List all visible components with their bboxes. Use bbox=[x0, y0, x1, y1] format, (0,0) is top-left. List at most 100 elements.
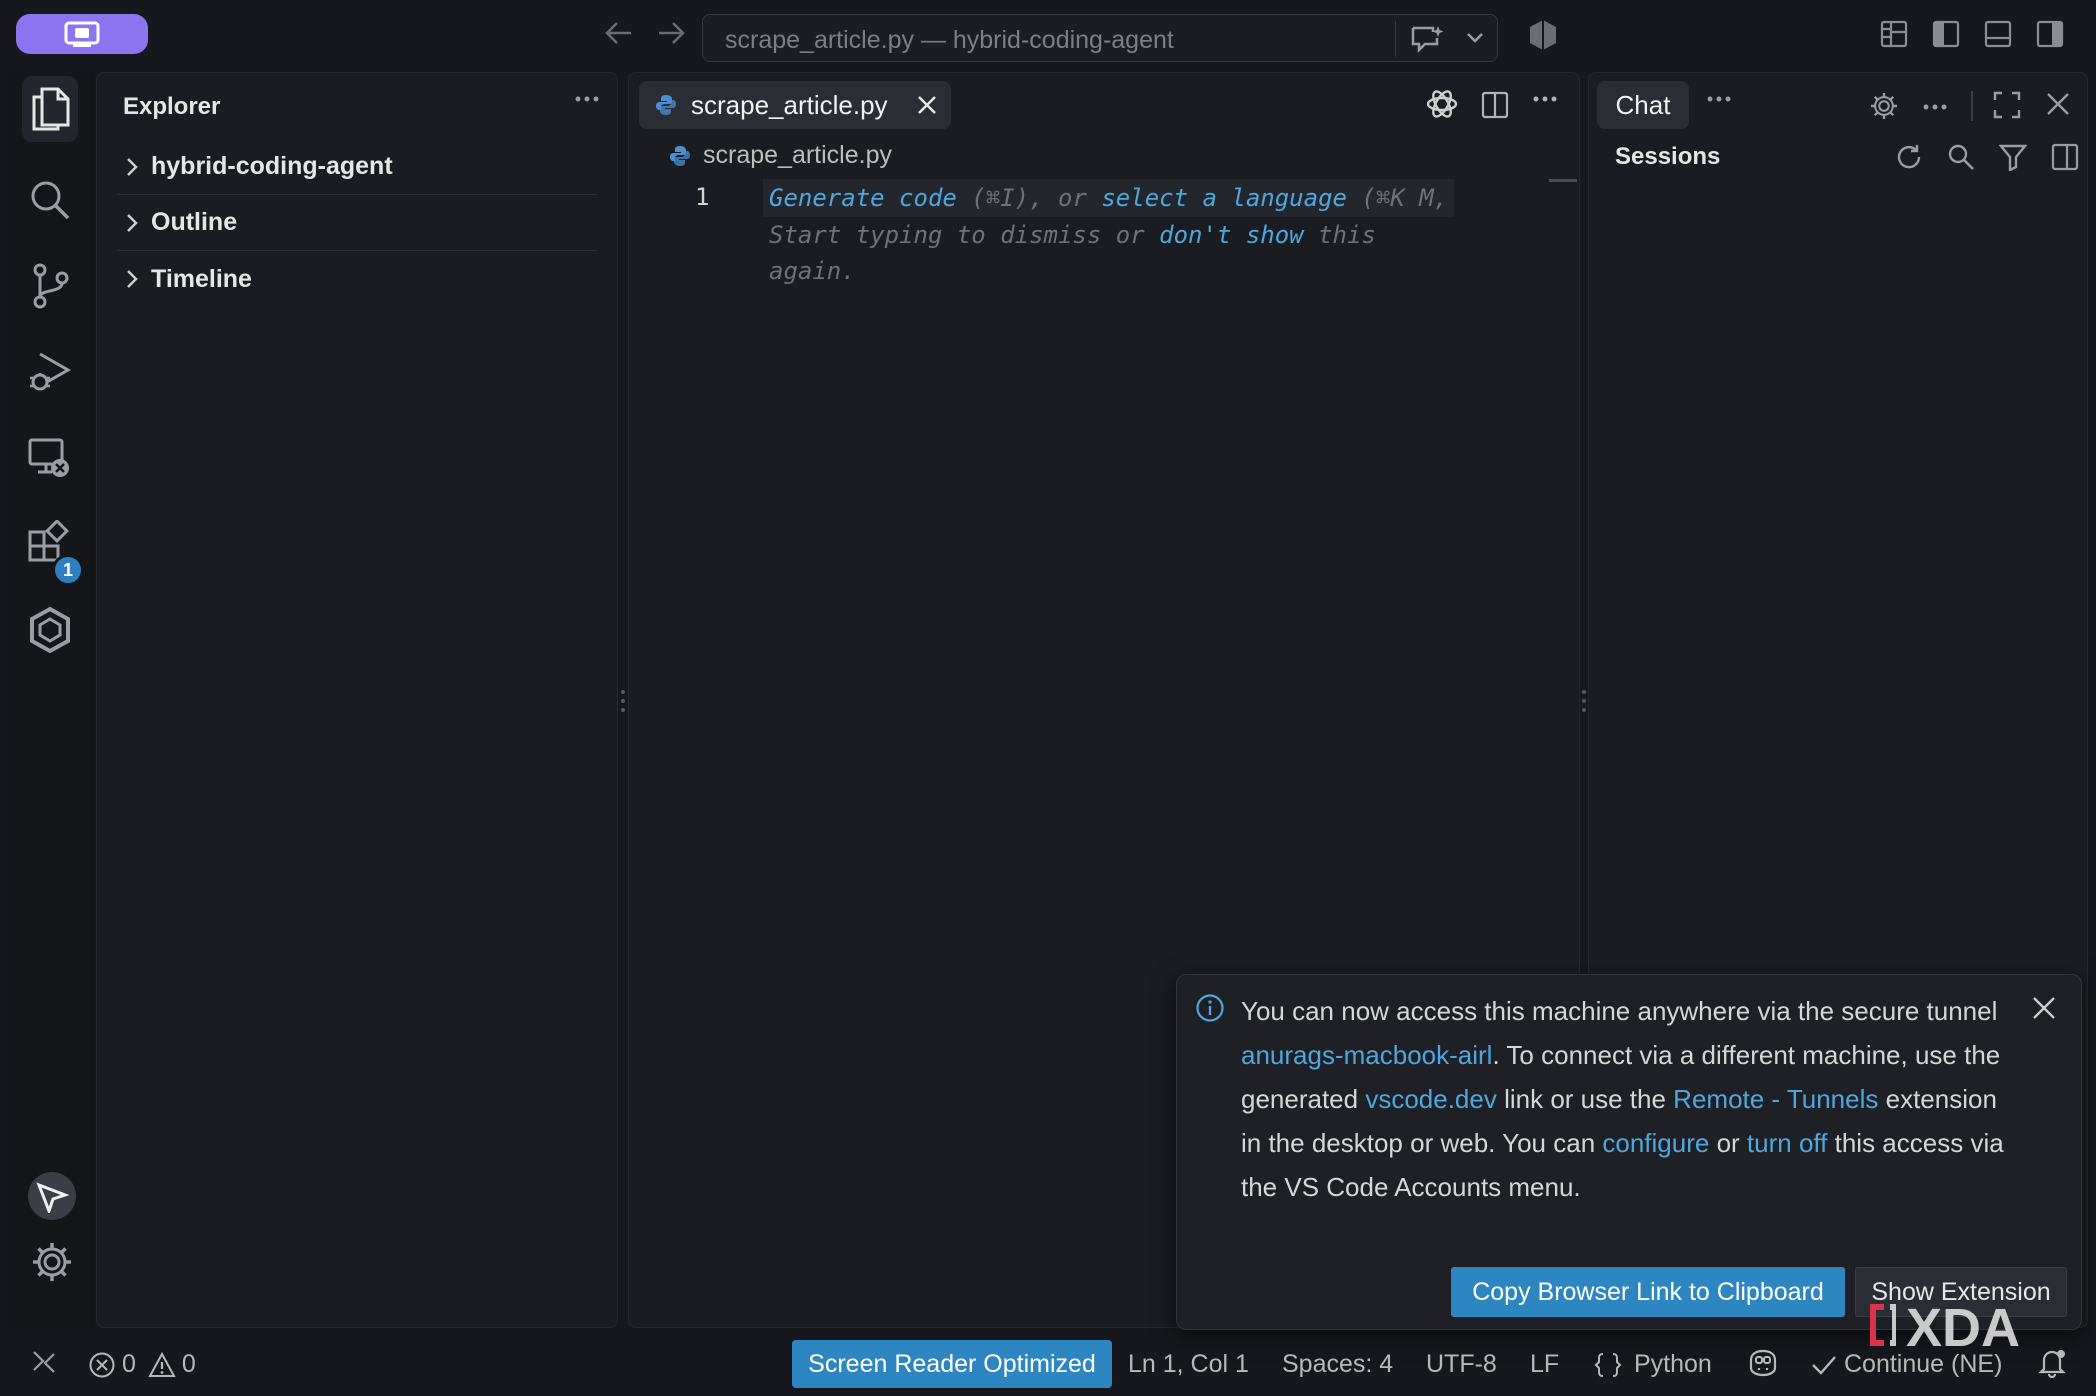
copilot-status[interactable] bbox=[1746, 1348, 1780, 1378]
minimap-slider[interactable] bbox=[1549, 179, 1577, 182]
activity-remote-explorer[interactable] bbox=[26, 434, 74, 482]
filter-icon[interactable] bbox=[1999, 143, 2027, 171]
activity-explorer[interactable] bbox=[22, 76, 78, 142]
editor-resize-handle[interactable] bbox=[1582, 690, 1586, 717]
check-icon bbox=[1810, 1353, 1838, 1377]
chat-sparkle-icon[interactable] bbox=[1409, 24, 1445, 54]
copy-browser-link-button[interactable]: Copy Browser Link to Clipboard bbox=[1451, 1267, 1845, 1317]
encoding-status[interactable]: UTF-8 bbox=[1426, 1350, 1497, 1379]
configure-link[interactable]: configure bbox=[1602, 1128, 1709, 1158]
hint-text: this bbox=[1303, 221, 1376, 249]
account-button[interactable] bbox=[28, 1172, 76, 1220]
toggle-secondary-sidebar-icon[interactable] bbox=[2051, 143, 2079, 171]
remote-explorer-icon bbox=[26, 434, 74, 482]
select-language-link[interactable]: select a language bbox=[1101, 184, 1347, 212]
notification-text: or bbox=[1709, 1128, 1747, 1158]
activity-bar: 1 bbox=[8, 72, 94, 1328]
activity-run-debug[interactable] bbox=[26, 348, 74, 396]
notification-text: link or use the bbox=[1496, 1084, 1674, 1114]
window-title: scrape_article.py — hybrid-coding-agent bbox=[725, 26, 1174, 54]
toggle-sidebar-icon[interactable] bbox=[1932, 20, 1960, 48]
dont-show-link[interactable]: don't show bbox=[1159, 221, 1304, 249]
more-icon[interactable] bbox=[575, 95, 599, 103]
screen-reader-mode-button[interactable]: Screen Reader Optimized bbox=[792, 1340, 1112, 1388]
tunnel-notification: You can now access this machine anywhere… bbox=[1176, 974, 2082, 1330]
line-number: 1 bbox=[695, 183, 710, 211]
activity-continue[interactable] bbox=[26, 606, 74, 654]
gear-icon[interactable] bbox=[1869, 91, 1899, 121]
accounts-shield-icon[interactable] bbox=[1528, 18, 1558, 52]
remote-status-button[interactable] bbox=[30, 1348, 58, 1376]
run-debug-icon bbox=[26, 348, 74, 396]
status-bar: 0 0 Screen Reader Optimized Ln 1, Col 1 … bbox=[0, 1336, 2096, 1392]
gear-icon bbox=[30, 1240, 74, 1284]
notification-message: You can now access this machine anywhere… bbox=[1241, 989, 2021, 1209]
sessions-title: Sessions bbox=[1615, 143, 1721, 170]
python-icon bbox=[669, 145, 691, 167]
more-icon[interactable] bbox=[1707, 95, 1731, 103]
command-center[interactable]: scrape_article.py — hybrid-coding-agent bbox=[702, 14, 1498, 62]
back-arrow-icon[interactable] bbox=[604, 20, 634, 46]
info-icon bbox=[1195, 993, 1225, 1023]
toggle-secondary-sidebar-icon[interactable] bbox=[2036, 20, 2064, 48]
warning-count: 0 bbox=[181, 1350, 196, 1378]
hint-text: Start typing to dismiss or bbox=[769, 221, 1160, 249]
error-count: 0 bbox=[122, 1350, 136, 1378]
maximize-icon[interactable] bbox=[1993, 91, 2021, 119]
chevron-right-icon bbox=[125, 268, 139, 290]
toggle-panel-icon[interactable] bbox=[1984, 20, 2012, 48]
more-icon[interactable] bbox=[1923, 103, 1947, 111]
search-icon[interactable] bbox=[1947, 143, 1975, 171]
editor-tab[interactable]: scrape_article.py bbox=[639, 81, 951, 129]
tree-section-timeline[interactable]: Timeline bbox=[117, 251, 597, 307]
indentation-status[interactable]: Spaces: 4 bbox=[1282, 1350, 1393, 1379]
close-icon[interactable] bbox=[917, 95, 937, 115]
hint-text: (⌘K M, bbox=[1346, 184, 1449, 212]
explorer-sidebar: Explorer hybrid-coding-agent Outline Tim… bbox=[96, 72, 618, 1328]
generate-code-link[interactable]: Generate code bbox=[769, 184, 957, 212]
openai-icon[interactable] bbox=[1425, 87, 1459, 121]
activity-source-control[interactable] bbox=[26, 262, 74, 310]
cursor-position[interactable]: Ln 1, Col 1 bbox=[1128, 1350, 1249, 1379]
problems-status[interactable]: 0 0 bbox=[88, 1350, 196, 1379]
bell-icon bbox=[2038, 1348, 2066, 1378]
sidebar-title: Explorer bbox=[123, 93, 221, 120]
more-icon[interactable] bbox=[1533, 95, 1557, 103]
split-editor-icon[interactable] bbox=[1481, 91, 1509, 119]
close-icon[interactable] bbox=[2031, 995, 2057, 1021]
remote-tunnels-link[interactable]: Remote - Tunnels bbox=[1673, 1084, 1878, 1114]
breadcrumb-file: scrape_article.py bbox=[703, 141, 892, 169]
account-icon bbox=[35, 1179, 69, 1213]
python-icon bbox=[655, 94, 677, 116]
eol-status[interactable]: LF bbox=[1530, 1350, 1559, 1379]
hint-text: again. bbox=[769, 257, 856, 285]
manage-button[interactable] bbox=[28, 1238, 76, 1286]
continue-status[interactable]: Continue (NE) bbox=[1810, 1350, 2002, 1379]
chevron-right-icon bbox=[125, 156, 139, 178]
sidebar-resize-handle[interactable] bbox=[621, 690, 625, 717]
forward-arrow-icon[interactable] bbox=[656, 20, 686, 46]
search-icon bbox=[28, 178, 72, 222]
remote-connection-icon bbox=[30, 1348, 58, 1376]
tree-section-outline[interactable]: Outline bbox=[117, 195, 597, 251]
continue-label: Continue (NE) bbox=[1844, 1350, 2003, 1378]
close-icon[interactable] bbox=[2045, 91, 2071, 117]
notifications-button[interactable] bbox=[2038, 1348, 2066, 1378]
breadcrumb[interactable]: scrape_article.py bbox=[669, 141, 892, 170]
hint-text: (⌘I), or bbox=[956, 184, 1102, 212]
tree-section-label: Timeline bbox=[151, 264, 252, 293]
language-mode-button[interactable]: Python bbox=[1594, 1350, 1712, 1379]
turn-off-link[interactable]: turn off bbox=[1747, 1128, 1827, 1158]
activity-search[interactable] bbox=[26, 176, 74, 224]
machine-name-link[interactable]: anurags-macbook-airl bbox=[1241, 1040, 1492, 1070]
vscode-dev-link[interactable]: vscode.dev bbox=[1365, 1084, 1497, 1114]
chevron-down-icon[interactable] bbox=[1465, 31, 1485, 45]
layout-icon[interactable] bbox=[1880, 20, 1908, 48]
tree-section-workspace[interactable]: hybrid-coding-agent bbox=[117, 139, 597, 195]
extensions-badge: 1 bbox=[52, 554, 84, 586]
warning-icon bbox=[148, 1351, 176, 1378]
empty-editor-hint-line: Start typing to dismiss or don't show th… bbox=[769, 221, 1376, 249]
remote-indicator-button[interactable] bbox=[16, 14, 148, 54]
chat-tab[interactable]: Chat bbox=[1597, 81, 1689, 129]
refresh-icon[interactable] bbox=[1895, 143, 1923, 171]
